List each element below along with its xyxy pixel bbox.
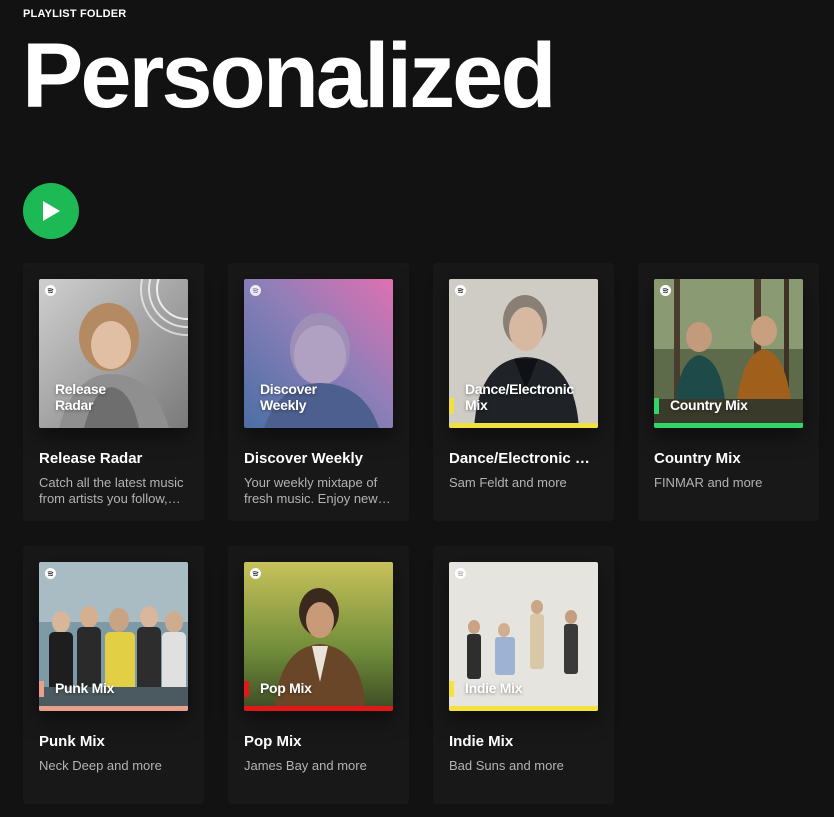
playlist-card-discover-weekly[interactable]: Discover Weekly Discover Weekly Your wee… <box>228 263 409 521</box>
cover-title: Discover Weekly <box>260 381 317 413</box>
playlist-cover: Release Radar <box>39 279 188 428</box>
playlist-description: FINMAR and more <box>654 475 763 490</box>
playlist-title: Dance/Electronic Mix <box>449 450 598 467</box>
playlist-title: Discover Weekly <box>244 450 363 467</box>
playlist-title: Pop Mix <box>244 733 302 750</box>
cover-title: Country Mix <box>670 397 748 413</box>
playlist-card-punk-mix[interactable]: Punk Mix Punk Mix Neck Deep and more <box>23 546 204 804</box>
playlist-card-country-mix[interactable]: Country Mix Country Mix FINMAR and more <box>638 263 819 521</box>
accent-tick <box>39 681 44 697</box>
playlist-cover: Country Mix <box>654 279 803 428</box>
accent-tick <box>654 398 659 414</box>
accent-bar <box>449 423 598 428</box>
play-button[interactable] <box>23 183 79 239</box>
playlist-card-release-radar[interactable]: Release Radar Release Radar Catch all th… <box>23 263 204 521</box>
cover-title: Pop Mix <box>260 680 312 696</box>
spotify-logo-icon <box>250 568 261 579</box>
accent-bar <box>449 706 598 711</box>
playlist-cover: Punk Mix <box>39 562 188 711</box>
playlist-description: James Bay and more <box>244 758 367 773</box>
cover-title: Punk Mix <box>55 680 115 696</box>
playlist-cover: Dance/Electronic Mix <box>449 279 598 428</box>
playlist-title: Indie Mix <box>449 733 514 750</box>
accent-bar <box>39 706 188 711</box>
cover-title: Release Radar <box>55 381 106 413</box>
playlist-card-dance-electronic-mix[interactable]: Dance/Electronic Mix Dance/Electronic Mi… <box>433 263 614 521</box>
spotify-logo-icon <box>250 285 261 296</box>
accent-tick <box>449 681 454 697</box>
spotify-logo-icon <box>660 285 671 296</box>
playlist-card-pop-mix[interactable]: Pop Mix Pop Mix James Bay and more <box>228 546 409 804</box>
spotify-logo-icon <box>45 568 56 579</box>
accent-tick <box>449 398 454 414</box>
page-title: Personalized <box>22 25 557 127</box>
playlist-cover: Indie Mix <box>449 562 598 711</box>
folder-label: PLAYLIST FOLDER <box>23 8 127 20</box>
playlist-cover: Discover Weekly <box>244 279 393 428</box>
playlist-description: Catch all the latest music from artists … <box>39 475 184 506</box>
playlist-card-indie-mix[interactable]: Indie Mix Indie Mix Bad Suns and more <box>433 546 614 804</box>
spotify-logo-icon <box>455 568 466 579</box>
playlist-description: Bad Suns and more <box>449 758 564 773</box>
accent-tick <box>244 681 249 697</box>
playlist-title: Country Mix <box>654 450 741 467</box>
playlist-description: Sam Feldt and more <box>449 475 567 490</box>
cover-title: Indie Mix <box>465 680 523 696</box>
playlist-cover: Pop Mix <box>244 562 393 711</box>
spotify-logo-icon <box>45 285 56 296</box>
playlist-title: Punk Mix <box>39 733 105 750</box>
accent-bar <box>654 423 803 428</box>
spotify-logo-icon <box>455 285 466 296</box>
playlist-description: Neck Deep and more <box>39 758 162 773</box>
playlist-title: Release Radar <box>39 450 143 467</box>
cover-title: Dance/Electronic Mix <box>465 381 574 413</box>
play-icon <box>43 201 60 221</box>
playlist-description: Your weekly mixtape of fresh music. Enjo… <box>244 475 378 506</box>
playlist-grid: Release Radar Release Radar Catch all th… <box>23 263 819 804</box>
accent-bar <box>244 706 393 711</box>
